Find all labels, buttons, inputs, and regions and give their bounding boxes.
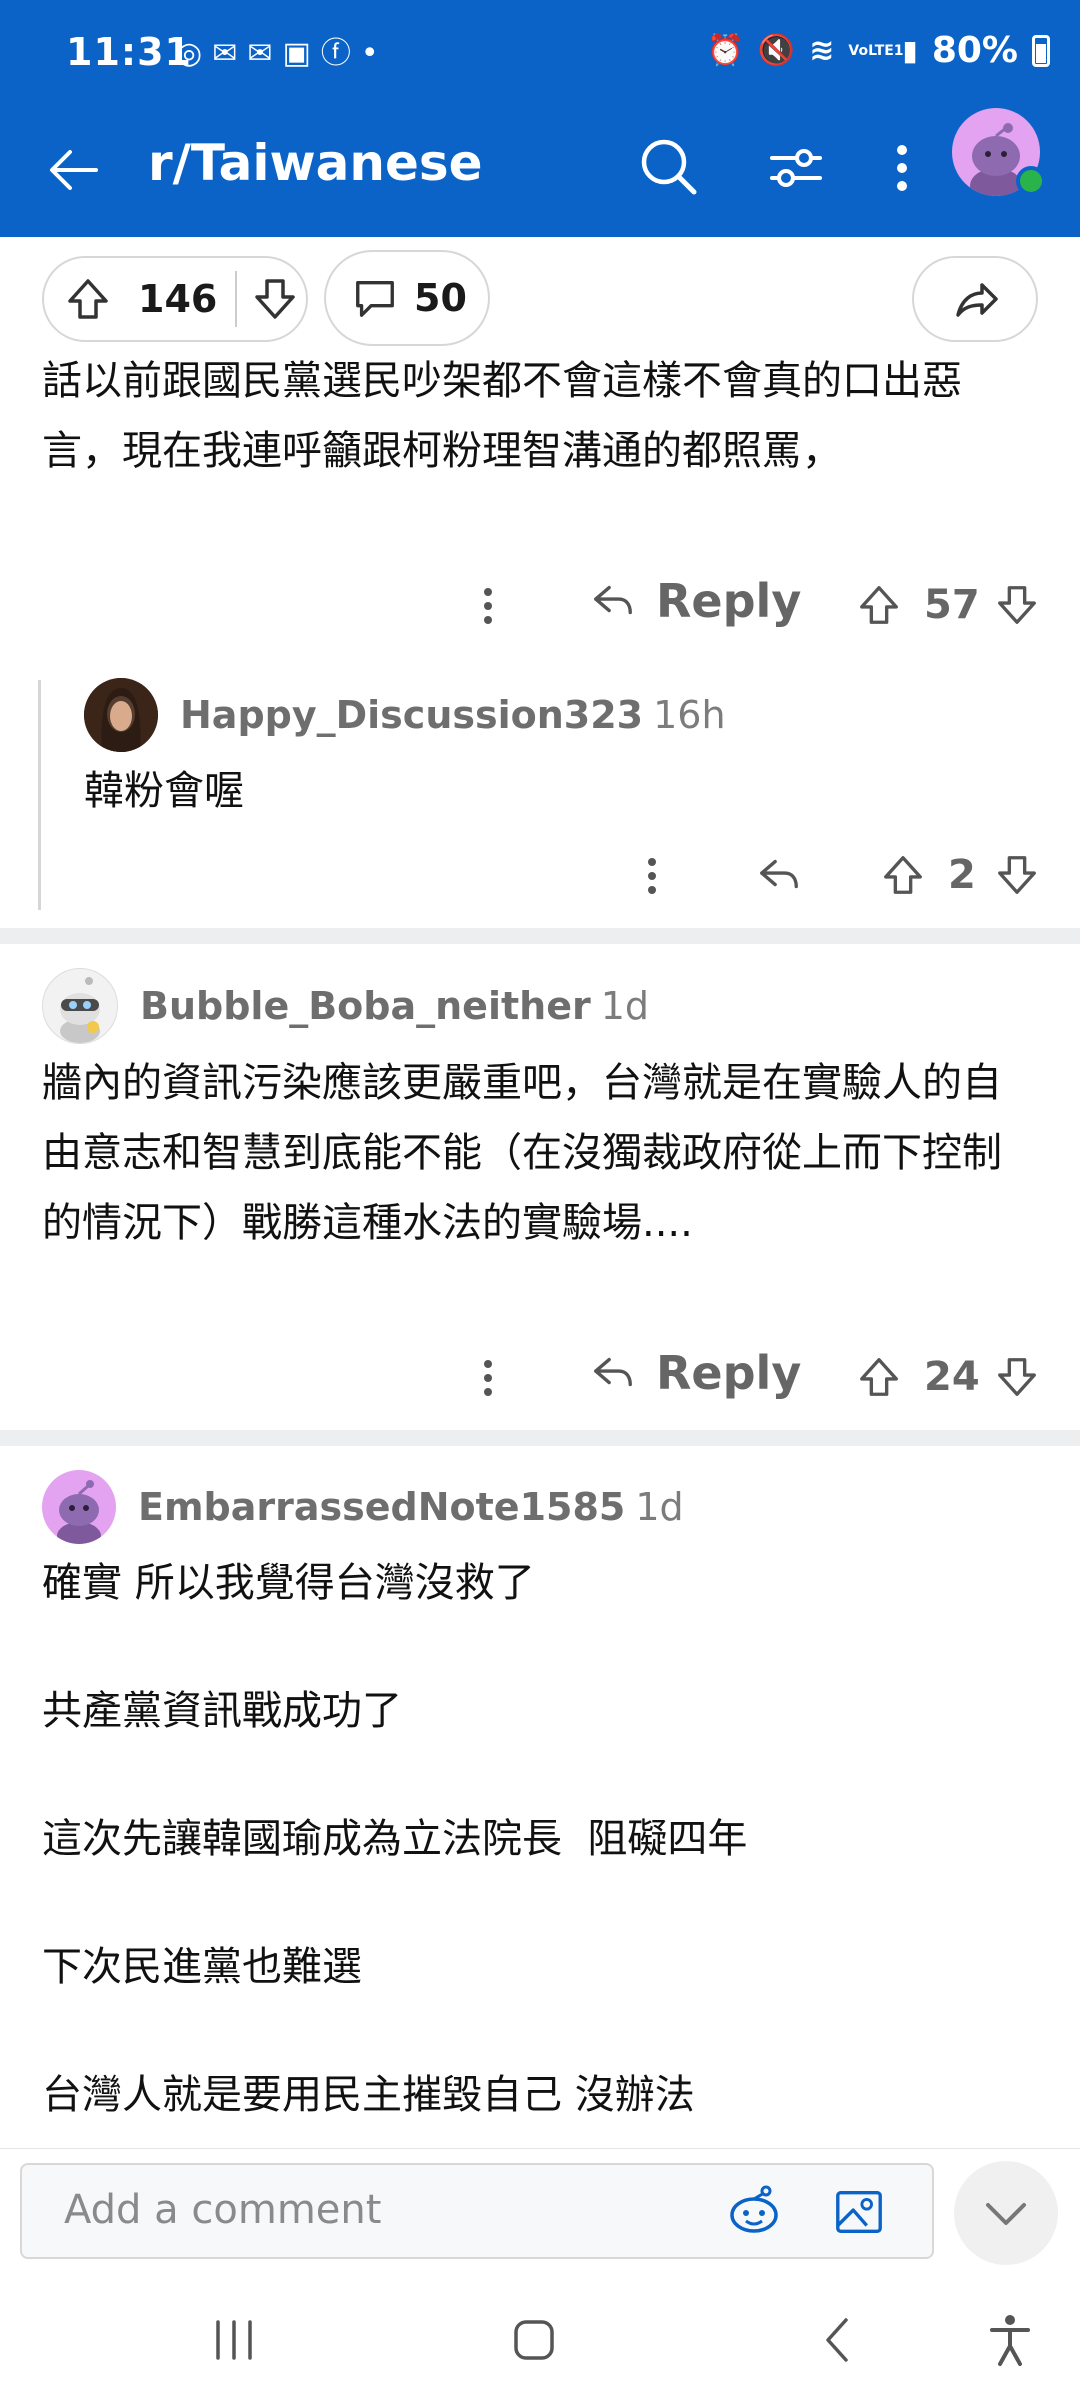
post-score: 146: [138, 277, 218, 321]
alarm-icon: ⏰: [706, 33, 744, 68]
username[interactable]: Bubble_Boba_neither: [140, 984, 591, 1028]
contact-card-icon: ▣: [282, 36, 311, 71]
post-vote-pill: 146: [42, 256, 308, 342]
downvote-icon[interactable]: [994, 1354, 1040, 1400]
upvote-icon[interactable]: [856, 582, 902, 628]
reply-button[interactable]: Reply: [590, 574, 801, 628]
comment-body: 確實 所以我覺得台灣沒救了 共產黨資訊戰成功了 這次先讓韓國瑜成為立法院長 阻礙…: [42, 1548, 1032, 2130]
profile-photo-icon: [84, 678, 158, 752]
subreddit-title[interactable]: r/Taiwanese: [148, 134, 483, 192]
comment-author-row: Bubble_Boba_neither 1d: [42, 968, 649, 1044]
comment-body: 話以前跟國民黨選民吵架都不會這樣不會真的口出惡言，現在我連呼籲跟柯粉理智溝通的都…: [42, 358, 962, 474]
reply-score: 2: [948, 852, 976, 898]
comment-actions: Reply 24: [0, 1342, 1080, 1412]
comment-time: 1d: [635, 1485, 684, 1529]
upvote-icon[interactable]: [64, 275, 112, 323]
collapse-button[interactable]: [954, 2161, 1058, 2265]
post-action-bar: 146 50: [0, 240, 1080, 350]
reply-actions: 2: [0, 840, 1080, 910]
facebook-icon: ⓕ: [320, 36, 351, 71]
filter-icon[interactable]: [766, 138, 826, 198]
reply-arrow-icon: [594, 585, 632, 615]
back-arrow-icon[interactable]: [44, 140, 104, 200]
comment-score: 24: [924, 1354, 980, 1400]
comment-line: 這次先讓韓國瑜成為立法院長 阻礙四年: [42, 1816, 748, 1862]
comment-bubble-icon: [356, 280, 394, 317]
user-avatar[interactable]: [84, 678, 158, 752]
upvote-icon[interactable]: [856, 1354, 902, 1400]
back-icon[interactable]: [808, 2310, 868, 2370]
comment-divider: [0, 928, 1080, 944]
reply-author-row: Happy_Discussion323 16h: [84, 678, 726, 752]
status-right: ⏰ 🔇 ≋ VoLTE1 ▮ 80%: [707, 30, 1050, 71]
search-icon[interactable]: [636, 134, 700, 198]
comment-score: 57: [924, 582, 980, 628]
comment-line: 台灣人就是要用民主摧毀自己 沒辦法: [42, 2072, 695, 2118]
user-avatar[interactable]: [42, 968, 118, 1044]
mute-icon: 🔇: [757, 33, 796, 68]
reply-label: Reply: [656, 574, 802, 628]
instagram-icon: ◎: [176, 36, 203, 71]
battery-percent: 80%: [931, 30, 1018, 71]
reply-body: 韓粉會喔: [84, 768, 244, 814]
reply-button[interactable]: Reply: [590, 1346, 801, 1400]
comment-actions: Reply 57: [0, 570, 1080, 640]
more-options-icon[interactable]: [478, 1358, 498, 1398]
downvote-icon[interactable]: [994, 852, 1040, 898]
user-avatar[interactable]: [42, 1470, 116, 1544]
reply-arrow-icon: [594, 1357, 632, 1387]
comment-author-row: EmbarrassedNote1585 1d: [42, 1470, 684, 1544]
more-options-icon[interactable]: [478, 586, 498, 626]
battery-icon: [1032, 34, 1050, 67]
username[interactable]: Happy_Discussion323: [180, 693, 643, 737]
comment-composer: Add a comment: [0, 2148, 1080, 2277]
more-options-icon[interactable]: [882, 136, 922, 200]
comment-time: 16h: [653, 693, 726, 737]
share-icon: [956, 283, 998, 317]
comment-line: 共產黨資訊戰成功了: [42, 1688, 402, 1734]
system-nav-bar: [0, 2280, 1080, 2400]
app-header: 11:31 ◎ ✉ ✉ ▣ ⓕ • ⏰ 🔇 ≋ VoLTE1 ▮ 80% r/T…: [0, 0, 1080, 237]
signal-icon: ▮: [902, 34, 918, 67]
downvote-icon[interactable]: [994, 582, 1040, 628]
image-upload-icon[interactable]: [832, 2185, 886, 2239]
upvote-icon[interactable]: [880, 852, 926, 898]
messenger-icon: ✉: [247, 36, 273, 71]
network-label: VoLTE1: [848, 42, 904, 59]
post-comment-count: 50: [414, 276, 467, 320]
post-comments-button[interactable]: 50: [324, 250, 490, 346]
messenger-icon: ✉: [212, 36, 238, 71]
dot-icon: •: [360, 36, 379, 71]
notification-icons: ◎ ✉ ✉ ▣ ⓕ •: [176, 36, 379, 72]
comment-body: 牆內的資訊污染應該更嚴重吧，台灣就是在實驗人的自由意志和智慧到底能不能（在沒獨裁…: [42, 1060, 1002, 1246]
more-options-icon[interactable]: [642, 856, 662, 896]
share-button[interactable]: [912, 256, 1038, 342]
snoo-avatar-icon: [60, 977, 100, 1043]
snoo-emoji-icon[interactable]: [726, 2183, 782, 2239]
wifi-icon: ≋: [809, 33, 835, 68]
home-icon[interactable]: [504, 2310, 564, 2370]
comment-line: 確實 所以我覺得台灣沒救了: [42, 1560, 535, 1606]
comment-placeholder: Add a comment: [64, 2187, 382, 2233]
reply-label: Reply: [656, 1346, 802, 1400]
status-time: 11:31: [66, 30, 192, 74]
comment-input[interactable]: Add a comment: [20, 2163, 934, 2259]
recent-apps-icon[interactable]: [204, 2310, 264, 2370]
chevron-down-icon: [986, 2203, 1026, 2225]
comment-time: 1d: [600, 984, 650, 1028]
online-status-dot: [1016, 166, 1046, 196]
reply-arrow-icon[interactable]: [756, 852, 802, 898]
accessibility-icon[interactable]: [980, 2310, 1040, 2370]
username[interactable]: EmbarrassedNote1585: [138, 1485, 625, 1529]
comment-divider: [0, 1430, 1080, 1446]
downvote-icon[interactable]: [251, 275, 299, 323]
vote-divider: [235, 271, 238, 327]
snoo-avatar-icon: [57, 1480, 101, 1544]
comment-line: 下次民進黨也難選: [42, 1944, 362, 1990]
